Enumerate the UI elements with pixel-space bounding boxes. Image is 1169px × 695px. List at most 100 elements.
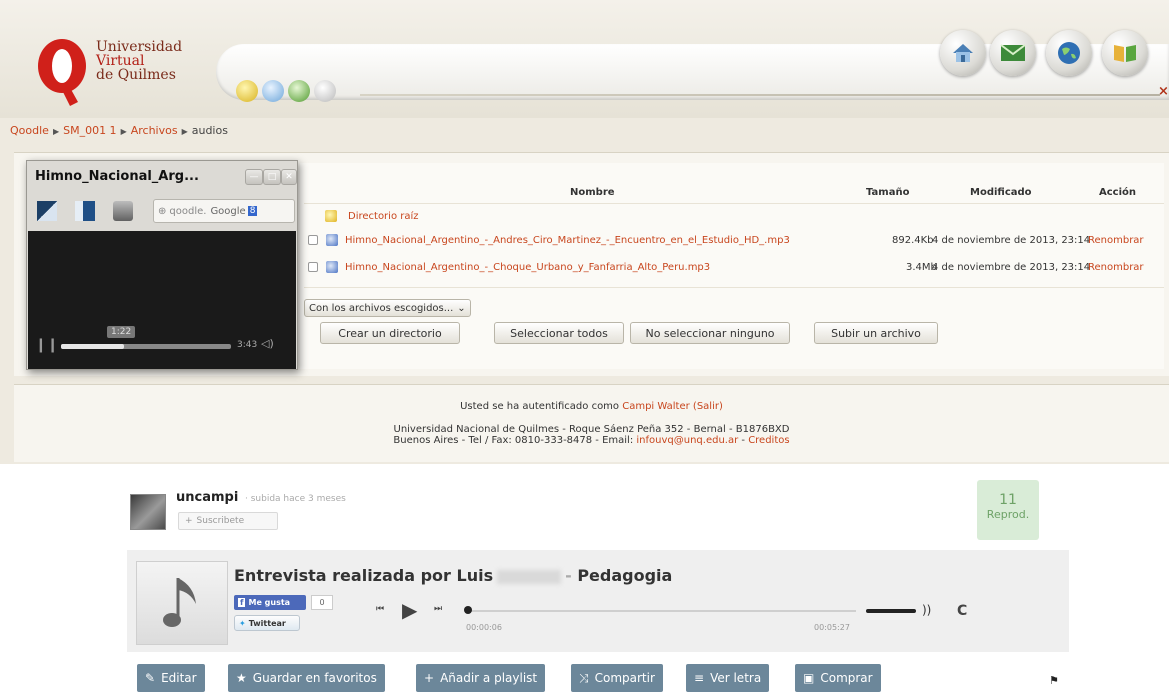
lyrics-label: Ver letra <box>710 671 762 685</box>
unq-logo-icon[interactable] <box>36 36 92 108</box>
file-name-link[interactable]: Himno_Nacional_Argentino_-_Andres_Ciro_M… <box>345 235 790 246</box>
layout-icon[interactable] <box>37 201 57 221</box>
avatar[interactable] <box>130 494 166 530</box>
logo-line-2: Virtual <box>96 53 145 69</box>
globe-icon[interactable] <box>1046 30 1092 76</box>
email-link[interactable]: infouvq@unq.edu.ar <box>636 435 738 446</box>
share-button[interactable]: ⤨ Compartir <box>571 664 663 692</box>
edit-button[interactable]: ✎ Editar <box>137 664 205 692</box>
volume-icon[interactable]: ◁) <box>261 337 274 350</box>
volume-slider[interactable] <box>866 609 916 613</box>
root-directory-link[interactable]: Directorio raíz <box>348 211 419 222</box>
minimize-icon[interactable]: — <box>245 169 263 185</box>
tweet-button[interactable]: ✦ Twittear <box>234 615 300 631</box>
track-progress-handle[interactable] <box>464 606 472 614</box>
breadcrumb-item[interactable]: Qoodle <box>10 124 49 137</box>
home-icon[interactable] <box>940 30 986 76</box>
shuffle-icon: ⤨ <box>579 670 589 685</box>
credits-link[interactable]: Creditos <box>748 435 789 446</box>
close-icon[interactable]: ✕ <box>281 169 297 185</box>
pause-icon[interactable]: ❙❙ <box>35 337 58 353</box>
globe-icon: ⊕ <box>158 205 167 217</box>
rename-link[interactable]: Renombrar <box>1088 235 1144 246</box>
select-none-button[interactable]: No seleccionar ninguno <box>630 322 790 344</box>
search-engine-icon[interactable]: 8 <box>247 206 258 216</box>
play-icon[interactable]: ▶ <box>402 598 417 622</box>
search-engine-label: Google <box>210 205 246 217</box>
search-url: qoodle. <box>169 205 207 217</box>
breadcrumb-item[interactable]: SM_001 1 <box>63 124 116 137</box>
favorite-button[interactable]: ★ Guardar en favoritos <box>228 664 385 692</box>
track-title: Entrevista realizada por Luis - Pedagogia <box>234 566 672 585</box>
rename-link[interactable]: Renombrar <box>1088 262 1144 273</box>
track-progress-bar[interactable] <box>466 610 856 612</box>
share-label: Compartir <box>594 671 655 685</box>
track-title-part2: Pedagogia <box>577 566 673 585</box>
breadcrumb-item[interactable]: Archivos <box>131 124 178 137</box>
logout-link[interactable]: (Salir) <box>693 401 723 412</box>
like-label: Me gusta <box>248 598 291 607</box>
tag-icon[interactable] <box>113 201 133 221</box>
add-to-playlist-label: Añadir a playlist <box>440 671 538 685</box>
total-time: 00:05:27 <box>814 623 850 632</box>
breadcrumb-separator-icon: ▶ <box>181 127 188 136</box>
with-selected-select[interactable]: Con los archivos escogidos... ⌄ <box>304 299 471 317</box>
users-mini-icon[interactable] <box>288 80 310 102</box>
current-time: 00:00:06 <box>466 623 502 632</box>
c-button[interactable]: C <box>957 603 967 619</box>
file-name-link[interactable]: Himno_Nacional_Argentino_-_Choque_Urbano… <box>345 262 710 273</box>
previous-icon[interactable]: ⏮ <box>376 604 384 614</box>
subscribe-button[interactable]: + Suscribete <box>178 512 278 530</box>
favorite-label: Guardar en favoritos <box>252 671 377 685</box>
player-time-tooltip: 1:22 <box>107 326 136 338</box>
row-divider <box>304 203 1164 204</box>
column-header-action[interactable]: Acción <box>1099 187 1136 198</box>
unq-logo-text: Universidad Virtual de Quilmes <box>96 40 182 82</box>
user-link[interactable]: Campi Walter <box>622 401 690 412</box>
column-header-size[interactable]: Tamaño <box>866 187 909 198</box>
plus-icon: + <box>185 516 193 526</box>
folder-up-icon <box>325 210 337 222</box>
help-mini-icon[interactable] <box>314 80 336 102</box>
volume-icon[interactable]: )) <box>922 603 931 617</box>
column-header-modified[interactable]: Modificado <box>970 187 1032 198</box>
select-all-button[interactable]: Seleccionar todos <box>494 322 624 344</box>
file-checkbox[interactable] <box>308 262 318 272</box>
next-icon[interactable]: ⏭ <box>434 604 442 614</box>
file-checkbox[interactable] <box>308 235 318 245</box>
maximize-icon[interactable]: □ <box>263 169 281 185</box>
lyrics-button[interactable]: ≡ Ver letra <box>686 664 770 692</box>
bag-icon: ▣ <box>803 671 815 685</box>
facebook-icon: f <box>238 598 246 607</box>
uploader-name[interactable]: uncampi <box>176 490 238 505</box>
add-to-playlist-button[interactable]: + Añadir a playlist <box>416 664 546 692</box>
star-icon: ★ <box>236 671 247 685</box>
plays-label: Reprod. <box>986 508 1030 521</box>
player-title: Himno_Nacional_Arg... <box>35 169 199 184</box>
buy-button[interactable]: ▣ Comprar <box>795 664 881 692</box>
panel-icon[interactable] <box>75 201 95 221</box>
close-icon[interactable]: × <box>1158 84 1169 99</box>
breadcrumb-separator-icon: ▶ <box>120 127 127 136</box>
folder-mini-icon[interactable] <box>236 80 258 102</box>
footer-contact-prefix: Buenos Aires - Tel / Fax: 0810-333-8478 … <box>393 435 637 446</box>
create-directory-button[interactable]: Crear un directorio <box>320 322 460 344</box>
floating-media-player[interactable]: Himno_Nacional_Arg... — □ ✕ ⊕ qoodle. Go… <box>26 160 298 370</box>
column-header-name[interactable]: Nombre <box>570 187 615 198</box>
player-search-field[interactable]: ⊕ qoodle. Google 8 <box>153 199 295 223</box>
facebook-like-button[interactable]: f Me gusta <box>234 595 306 610</box>
flag-icon[interactable]: ⚑ <box>1049 674 1059 687</box>
upload-file-button[interactable]: Subir un archivo <box>814 322 938 344</box>
subscribe-label: Suscribete <box>196 516 245 526</box>
track-title-dash: - <box>565 566 572 585</box>
audio-file-icon <box>326 261 338 273</box>
book-icon[interactable] <box>1102 30 1148 76</box>
auth-prefix: Usted se ha autentificado como <box>460 401 623 412</box>
player-seekbar[interactable] <box>61 344 231 349</box>
breadcrumb: Qoodle ▶ SM_001 1 ▶ Archivos ▶ audios <box>10 124 228 137</box>
chat-mini-icon[interactable] <box>262 80 284 102</box>
track-cover[interactable] <box>136 561 228 645</box>
footer-address: Universidad Nacional de Quilmes - Roque … <box>393 424 790 435</box>
redacted-name <box>497 569 562 584</box>
mail-icon[interactable] <box>990 30 1036 76</box>
